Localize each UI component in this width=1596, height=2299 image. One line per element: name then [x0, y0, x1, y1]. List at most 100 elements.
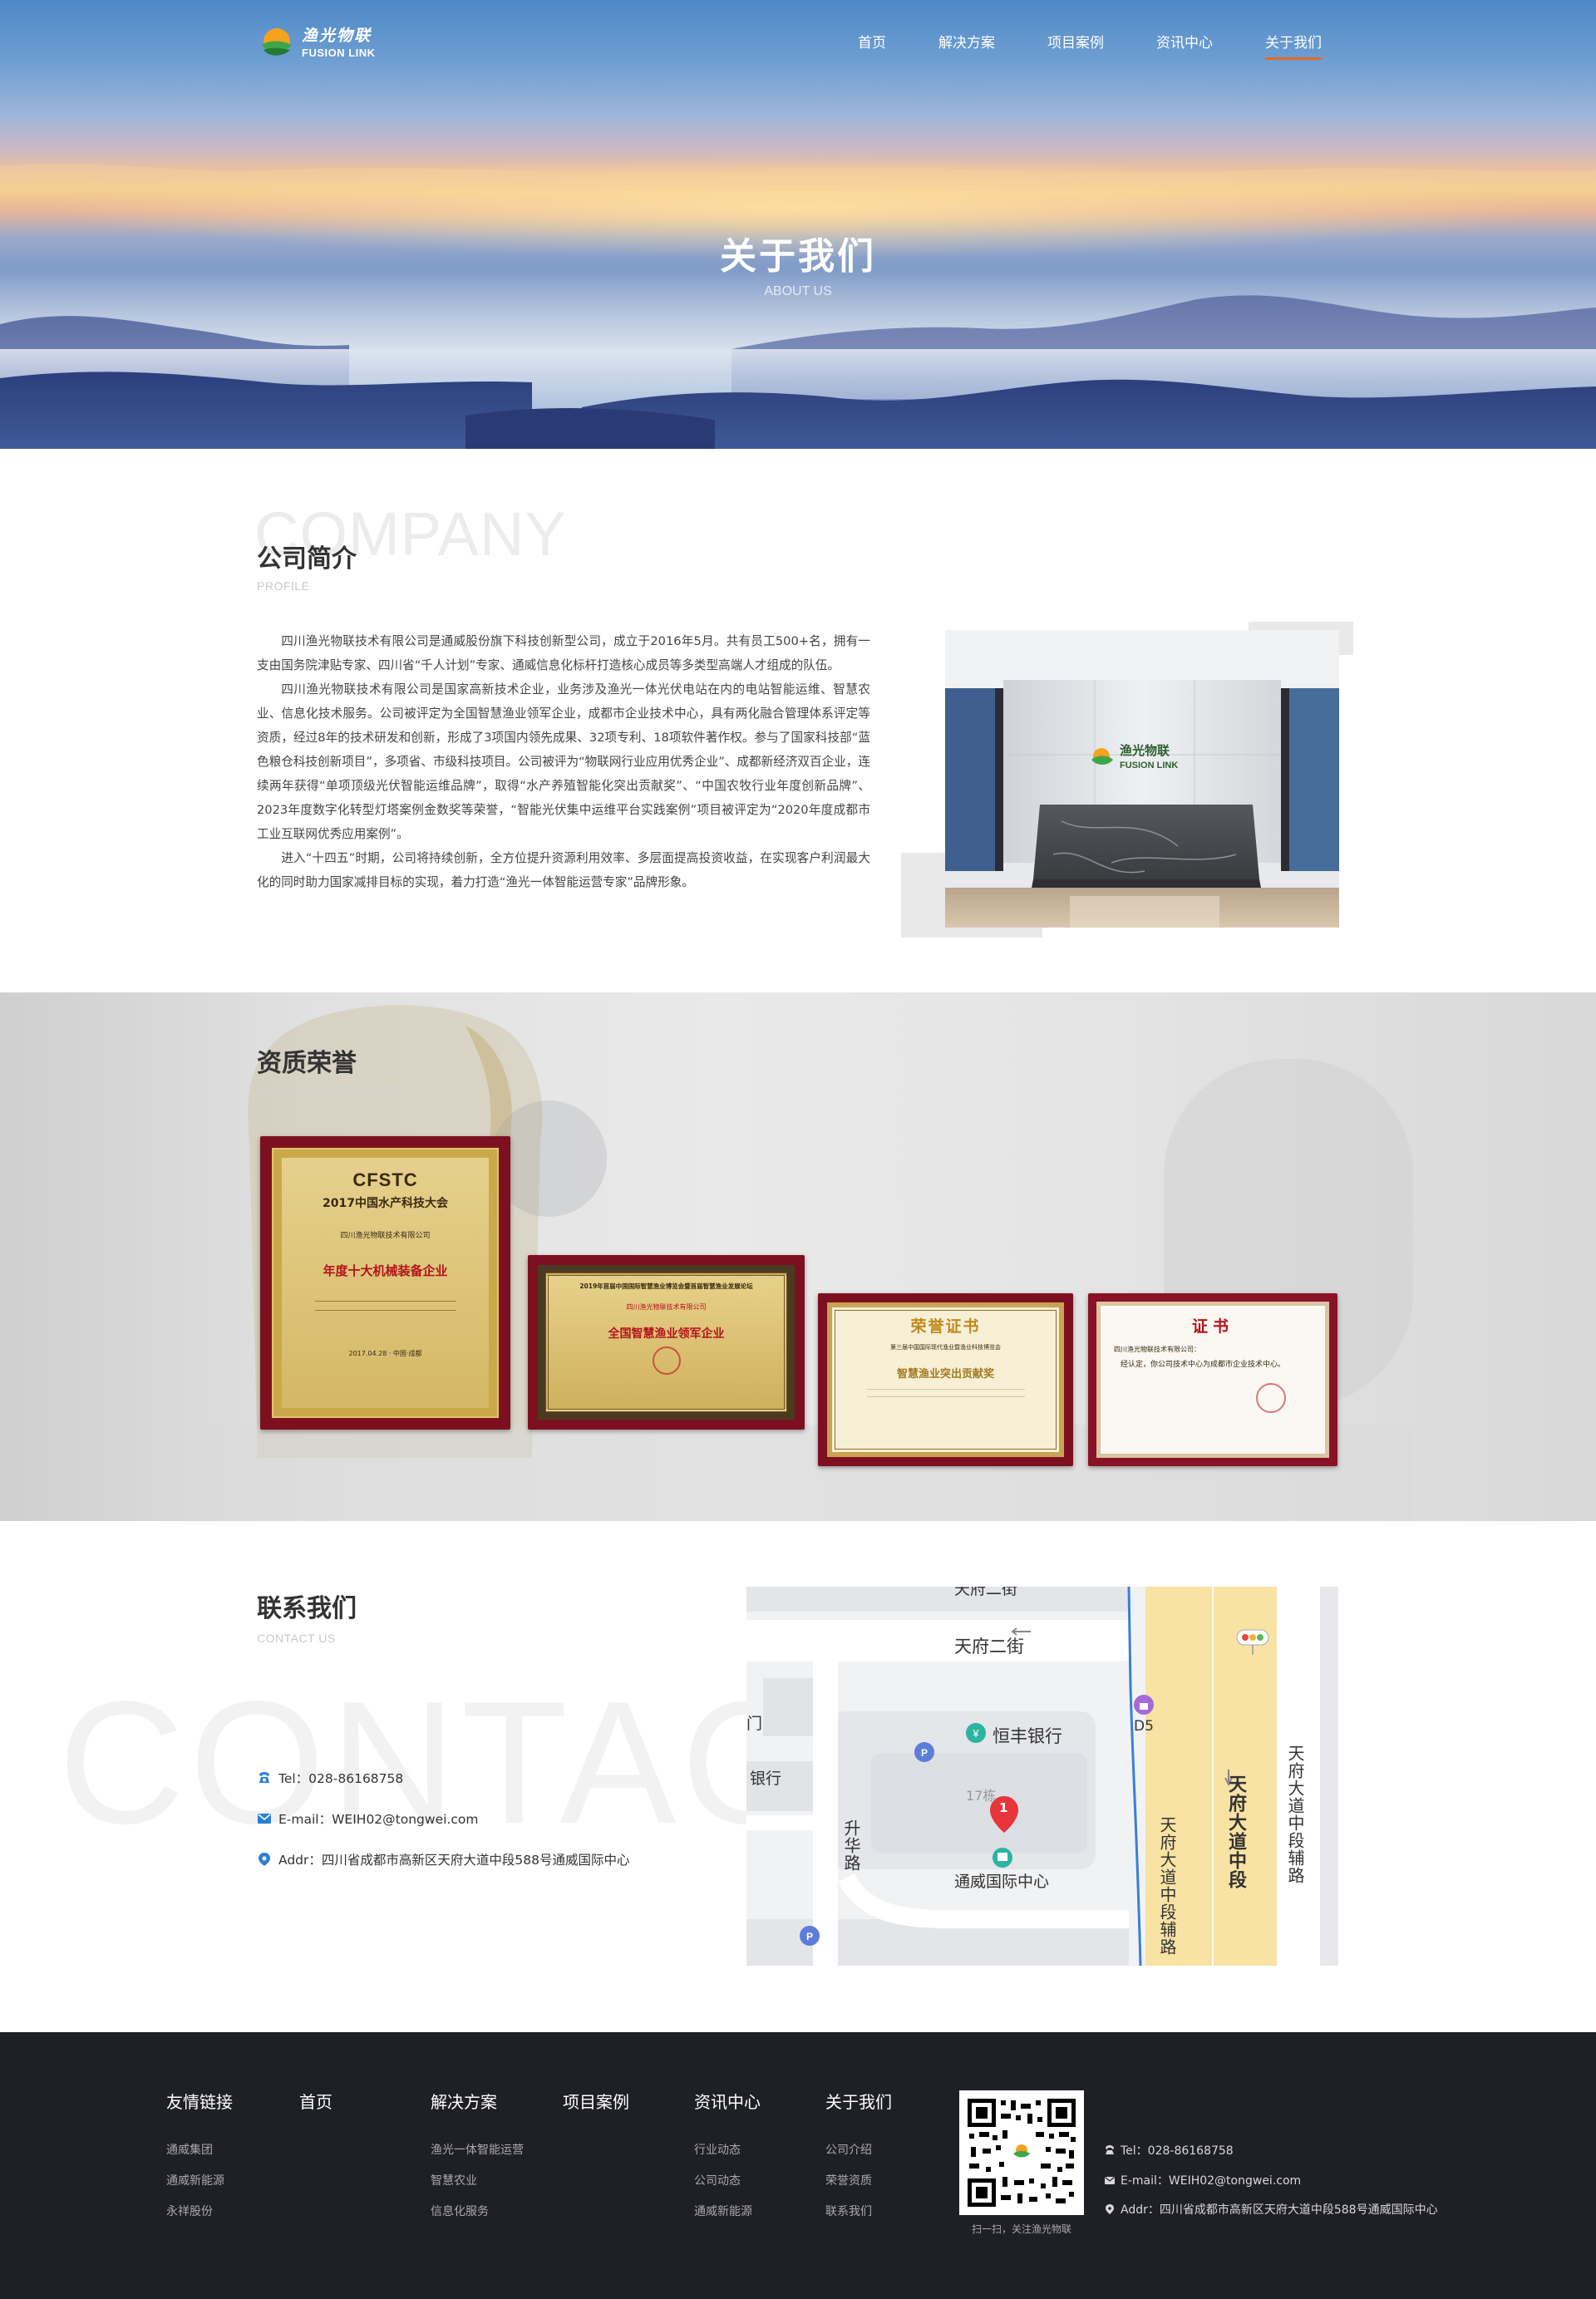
brand-logo[interactable]: 渔光物联 FUSION LINK — [257, 25, 376, 62]
footer-column-about: 关于我们 公司介绍 荣誉资质 联系我们 — [825, 2089, 892, 2233]
email-icon — [1105, 2177, 1115, 2184]
footer-address-text: Addr：四川省成都市高新区天府大道中段588号通威国际中心 — [1121, 2203, 1438, 2217]
map-marker-number: 1 — [999, 1800, 1008, 1815]
map-canvas: ¥ P P — [746, 1587, 1338, 1966]
qr-code — [959, 2090, 1084, 2215]
cert-event: 第三届中国国际现代渔业暨渔业科技博览会 — [890, 1344, 1001, 1351]
footer-column-head[interactable]: 关于我们 — [825, 2089, 892, 2113]
cert-body: 经认定，你公司技术中心为成都市企业技术中心。 — [1121, 1361, 1286, 1369]
contact-subtitle: CONTACT US — [257, 1632, 336, 1645]
map-poi-label: 门 — [746, 1715, 763, 1733]
page-subtitle: ABOUT US — [764, 284, 832, 298]
honors-section: 资质荣誉 QUALIFICATION HONOR CFSTC 2017中国水产科… — [0, 992, 1596, 1521]
contact-tel: Tel：028-86168758 — [257, 1769, 403, 1787]
page-title: 关于我们 — [720, 235, 876, 278]
footer-tel-text: Tel：028-86168758 — [1121, 2144, 1234, 2158]
logo-icon — [262, 28, 292, 56]
hero-banner: 渔光物联 FUSION LINK 首页 解决方案 项目案例 资讯中心 关于我们 … — [0, 0, 1596, 449]
location-map[interactable]: ¥ P P 天府二街 天府二街 恒丰银行 D5 17栋 通威国际中心 银行 门 … — [746, 1587, 1338, 1966]
footer-column-head[interactable]: 项目案例 — [563, 2089, 629, 2113]
svg-text:FUSION LINK: FUSION LINK — [1120, 761, 1178, 770]
svg-text:渔光物联: 渔光物联 — [1120, 743, 1170, 758]
svg-text:P: P — [806, 1931, 813, 1942]
svg-text:P: P — [921, 1747, 928, 1759]
map-street-label: 天府二街 — [954, 1587, 1018, 1598]
cert-event: 2017中国水产科技大会 — [323, 1197, 448, 1210]
honor-certificate[interactable]: 荣誉证书 第三届中国国际现代渔业暨渔业科技博览会 智慧渔业突出贡献奖 — [818, 1293, 1073, 1466]
map-poi-label: 恒丰银行 — [993, 1726, 1062, 1746]
contact-title: 联系我们 — [257, 1594, 357, 1623]
footer-link[interactable]: 通威新能源 — [694, 2203, 761, 2219]
nav-news[interactable]: 资讯中心 — [1156, 31, 1213, 60]
footer-column-head[interactable]: 资讯中心 — [694, 2089, 761, 2113]
footer-column-head[interactable]: 首页 — [299, 2089, 332, 2113]
cert-date: 2017.04.28 · 中国·成都 — [348, 1350, 422, 1357]
footer-column-head: 友情链接 — [166, 2092, 233, 2112]
profile-paragraph: 四川渔光物联技术有限公司是国家高新技术企业，业务涉及渔光一体光伏电站在内的电站智… — [257, 682, 870, 841]
main-nav: 首页 解决方案 项目案例 资讯中心 关于我们 — [858, 31, 1322, 60]
footer-link[interactable]: 信息化服务 — [431, 2203, 524, 2219]
brand-name-en: FUSION LINK — [302, 47, 376, 59]
map-street-label: 天府大道中段辅路 — [1285, 1745, 1305, 1884]
svg-text:¥: ¥ — [972, 1727, 979, 1740]
contact-email-text: E-mail：WEIH02@tongwei.com — [278, 1812, 479, 1827]
cert-head: CFSTC — [352, 1169, 418, 1190]
footer-email: E-mail：WEIH02@tongwei.com — [1104, 2172, 1301, 2188]
footer-link[interactable]: 智慧农业 — [431, 2172, 524, 2188]
honor-certificate[interactable]: CFSTC 2017中国水产科技大会 四川渔光物联技术有限公司 年度十大机械装备… — [260, 1136, 510, 1430]
footer-column-news: 资讯中心 行业动态 公司动态 通威新能源 — [694, 2089, 761, 2233]
qr-caption: 扫一扫，关注渔光物联 — [971, 2223, 1071, 2235]
cert-award: 年度十大机械装备企业 — [323, 1263, 448, 1278]
brand-name-cn: 渔光物联 — [302, 27, 372, 45]
nav-home[interactable]: 首页 — [858, 31, 886, 60]
cert-head: 证书 — [1191, 1317, 1234, 1336]
cert-company: 四川渔光物联技术有限公司： — [1114, 1346, 1200, 1353]
map-street-label: 天府二街 — [954, 1637, 1024, 1657]
site-footer: 友情链接 通威集团 通威新能源 永祥股份 首页 解决方案 渔光一体智能运营 智慧… — [0, 2032, 1596, 2299]
footer-link[interactable]: 行业动态 — [694, 2141, 761, 2158]
cert-company: 四川渔光物联技术有限公司 — [626, 1303, 707, 1311]
footer-link[interactable]: 通威新能源 — [166, 2172, 233, 2188]
map-poi-label: D5 — [1134, 1718, 1154, 1735]
nav-about[interactable]: 关于我们 — [1265, 31, 1322, 60]
honor-certificate[interactable]: 证书 四川渔光物联技术有限公司： 经认定，你公司技术中心为成都市企业技术中心。 — [1088, 1293, 1337, 1466]
footer-link[interactable]: 联系我们 — [825, 2203, 892, 2219]
nav-solutions[interactable]: 解决方案 — [938, 31, 995, 60]
profile-paragraph: 四川渔光物联技术有限公司是通威股份旗下科技创新型公司，成立于2016年5月。共有… — [257, 634, 870, 672]
cert-event: 2019年首届中国国际智慧渔业博览会暨首届智慧渔业发展论坛 — [579, 1282, 753, 1290]
profile-paragraph: 进入“十四五”时期，公司将持续创新，全方位提升资源利用效率、多层面提高投资收益，… — [257, 851, 870, 889]
reception-photo: 渔光物联 FUSION LINK — [945, 630, 1339, 928]
footer-link[interactable]: 公司动态 — [694, 2172, 761, 2188]
footer-column-head[interactable]: 解决方案 — [431, 2089, 524, 2113]
cert-head: 荣誉证书 — [910, 1317, 981, 1336]
footer-link[interactable]: 渔光一体智能运营 — [431, 2141, 524, 2158]
honors-subtitle: QUALIFICATION HONOR — [257, 1084, 400, 1097]
footer-link[interactable]: 永祥股份 — [166, 2203, 233, 2219]
footer-column-home: 首页 — [299, 2089, 332, 2141]
footer-link[interactable]: 通威集团 — [166, 2141, 233, 2158]
mountains-illustration — [0, 158, 1596, 449]
company-photo-frame: 渔光物联 FUSION LINK — [901, 622, 1353, 938]
contact-address-text: Addr：四川省成都市高新区天府大道中段588号通威国际中心 — [278, 1853, 630, 1868]
location-icon — [1106, 2204, 1114, 2214]
cert-award: 全国智慧渔业领军企业 — [608, 1327, 725, 1341]
map-building-label: 17栋 — [966, 1788, 997, 1804]
map-street-label: 天府大道中段辅路 — [1157, 1816, 1177, 1956]
contact-tel-text: Tel：028-86168758 — [278, 1771, 404, 1786]
footer-column-links: 友情链接 通威集团 通威新能源 永祥股份 — [166, 2089, 233, 2233]
footer-column-solutions: 解决方案 渔光一体智能运营 智慧农业 信息化服务 — [431, 2089, 524, 2233]
map-street-label: 升华路 — [841, 1819, 861, 1872]
profile-title: 公司简介 — [257, 544, 357, 574]
phone-icon — [259, 1772, 269, 1783]
contact-email: E-mail：WEIH02@tongwei.com — [257, 1809, 478, 1828]
honors-title: 资质荣誉 — [257, 1049, 357, 1078]
footer-link[interactable]: 荣誉资质 — [825, 2172, 892, 2188]
footer-email-text: E-mail：WEIH02@tongwei.com — [1121, 2174, 1302, 2188]
map-poi-label: 银行 — [750, 1770, 782, 1788]
map-street-label: 天府大道中段 — [1225, 1775, 1246, 1889]
honor-certificate[interactable]: 2019年首届中国国际智慧渔业博览会暨首届智慧渔业发展论坛 四川渔光物联技术有限… — [528, 1255, 805, 1430]
footer-link[interactable]: 公司介绍 — [825, 2141, 892, 2158]
nav-cases[interactable]: 项目案例 — [1047, 31, 1104, 60]
profile-text: 四川渔光物联技术有限公司是通威股份旗下科技创新型公司，成立于2016年5月。共有… — [257, 629, 870, 894]
footer-column-cases: 项目案例 — [563, 2089, 629, 2141]
